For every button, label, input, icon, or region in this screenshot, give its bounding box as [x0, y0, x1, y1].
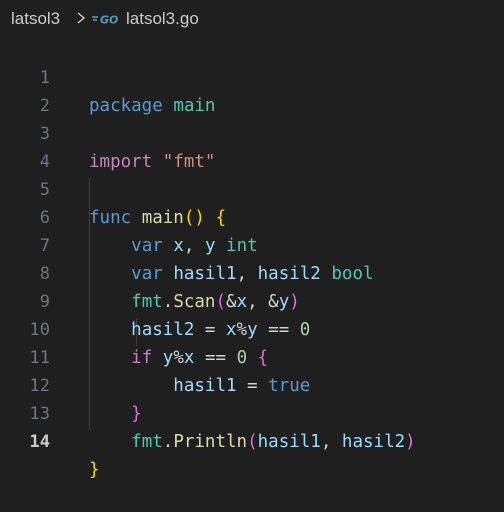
code-line: 12 } — [0, 344, 504, 424]
go-file-icon: GO — [92, 14, 118, 27]
token-bracket: ( — [247, 432, 258, 452]
code-line: 1 package main — [0, 36, 504, 116]
breadcrumb-folder[interactable]: latsol3 — [11, 9, 60, 29]
code-line-active: 14 } — [0, 400, 504, 480]
token-bracket: } — [89, 460, 100, 480]
go-badge-text: GO — [100, 14, 118, 27]
line-number-active: 14 — [29, 432, 50, 452]
token-function: Println — [173, 432, 248, 452]
code-line: 10 if y%x == 0 { — [0, 288, 504, 368]
token-operator: . — [162, 432, 174, 452]
code-line: 5 func main() { — [0, 148, 504, 228]
code-line: 2 — [0, 64, 504, 116]
token-variable: hasil1 — [257, 432, 321, 452]
code-line: 8 fmt.Scan(&x, &y) — [0, 232, 504, 312]
token-bracket: ) — [405, 432, 416, 452]
token-operator: , — [320, 432, 342, 452]
code-line: 9 hasil2 = x%y == 0 — [0, 260, 504, 340]
chevron-right-icon — [77, 12, 86, 24]
code-line: 11 hasil1 = true — [0, 316, 504, 396]
breadcrumb-file[interactable]: latsol3.go — [126, 9, 199, 29]
code-line: 4 — [0, 120, 504, 172]
token-variable: hasil2 — [341, 432, 406, 452]
code-editor[interactable]: 1 package main 2 3 import "fmt" 4 5 func… — [0, 36, 504, 480]
code-line: 6 var x, y int — [0, 176, 504, 256]
token-package: fmt — [131, 432, 163, 452]
breadcrumb: latsol3 GO latsol3.go — [0, 0, 504, 36]
code-line: 7 var hasil1, hasil2 bool — [0, 204, 504, 284]
code-line: 13 fmt.Println(hasil1, hasil2) — [0, 372, 504, 452]
code-line: 3 import "fmt" — [0, 92, 504, 172]
